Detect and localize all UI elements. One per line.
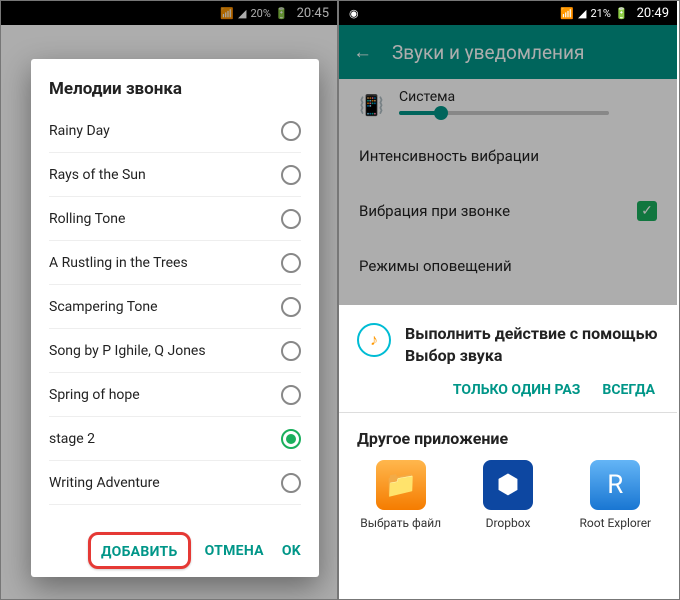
app-label: Root Explorer (579, 516, 651, 530)
dropbox-icon: ⬢ (483, 460, 533, 510)
sheet-header: ♪ Выполнить действие с помощью Выбор зву… (339, 305, 677, 370)
radio-icon[interactable] (281, 209, 301, 229)
highlight-add: ДОБАВИТЬ (88, 532, 191, 569)
sound-picker-icon: ♪ (357, 323, 391, 357)
phone-left: 📶 ◢ 20% 🔋 20:45 Мелодии звонка Rainy Day… (1, 1, 339, 599)
signal-icon: ◢ (578, 7, 586, 20)
ringtone-label: Scampering Tone (49, 299, 158, 315)
ringtone-label: Rainy Day (49, 123, 110, 139)
radio-icon[interactable] (281, 429, 301, 449)
cancel-button[interactable]: ОТМЕНА (205, 543, 264, 559)
clock: 20:49 (637, 6, 669, 21)
status-bar: ◉ 📶 ◢ 21% 🔋 20:49 (339, 1, 677, 25)
root-explorer-icon: R (590, 460, 640, 510)
just-once-button[interactable]: ТОЛЬКО ОДИН РАЗ (453, 382, 580, 398)
dialog-title: Мелодии звонка (49, 79, 301, 99)
ringtone-label: stage 2 (49, 431, 95, 447)
ringtone-item[interactable]: Rays of the Sun (49, 153, 301, 197)
battery-pct: 21% (591, 7, 611, 20)
radio-icon[interactable] (281, 297, 301, 317)
app-label: Выбрать файл (360, 516, 441, 530)
add-button[interactable]: ДОБАВИТЬ (101, 544, 178, 560)
dim-overlay (339, 25, 677, 305)
ringtone-dialog: Мелодии звонка Rainy Day Rays of the Sun… (31, 59, 319, 577)
radio-icon[interactable] (281, 253, 301, 273)
app-root-explorer[interactable]: R Root Explorer (568, 460, 663, 530)
always-button[interactable]: ВСЕГДА (602, 382, 655, 398)
ringtone-item[interactable]: Rolling Tone (49, 197, 301, 241)
ringtone-item[interactable]: Rainy Day (49, 109, 301, 153)
ringtone-label: Song by P Ighile, Q Jones (49, 343, 206, 359)
ringtone-item[interactable]: Song by P Ighile, Q Jones (49, 329, 301, 373)
other-apps-title: Другое приложение (339, 413, 677, 454)
spotify-icon: ◉ (349, 7, 359, 20)
dialog-buttons: ДОБАВИТЬ ОТМЕНА OK (49, 524, 301, 569)
ringtone-label: Rolling Tone (49, 211, 125, 227)
folder-icon: 📁 (376, 460, 426, 510)
ok-button[interactable]: OK (282, 543, 301, 559)
ringtone-item[interactable]: Scampering Tone (49, 285, 301, 329)
app-dropbox[interactable]: ⬢ Dropbox (460, 460, 555, 530)
ringtone-label: Rays of the Sun (49, 167, 146, 183)
ringtone-item[interactable]: Writing Adventure (49, 461, 301, 505)
ringtone-item[interactable]: stage 2 (49, 417, 301, 461)
radio-icon[interactable] (281, 341, 301, 361)
ringtone-label: Spring of hope (49, 387, 140, 403)
battery-icon: 🔋 (615, 7, 629, 20)
sheet-title: Выполнить действие с помощью Выбор звука (405, 323, 659, 366)
action-sheet: ♪ Выполнить действие с помощью Выбор зву… (339, 305, 677, 599)
radio-icon[interactable] (281, 121, 301, 141)
wifi-icon: 📶 (560, 7, 574, 20)
sheet-actions: ТОЛЬКО ОДИН РАЗ ВСЕГДА (339, 370, 677, 412)
radio-icon[interactable] (281, 165, 301, 185)
app-file-picker[interactable]: 📁 Выбрать файл (353, 460, 448, 530)
radio-icon[interactable] (281, 473, 301, 493)
radio-icon[interactable] (281, 385, 301, 405)
ringtone-item[interactable]: A Rustling in the Trees (49, 241, 301, 285)
ringtone-label: Writing Adventure (49, 475, 160, 491)
app-label: Dropbox (486, 516, 531, 530)
phone-right: ◉ 📶 ◢ 21% 🔋 20:49 ← Звуки и уведомления … (339, 1, 677, 599)
ringtone-label: A Rustling in the Trees (49, 255, 188, 271)
app-grid: 📁 Выбрать файл ⬢ Dropbox R Root Explorer (339, 454, 677, 546)
ringtone-list: Rainy Day Rays of the Sun Rolling Tone A… (49, 109, 301, 524)
ringtone-item[interactable]: Spring of hope (49, 373, 301, 417)
